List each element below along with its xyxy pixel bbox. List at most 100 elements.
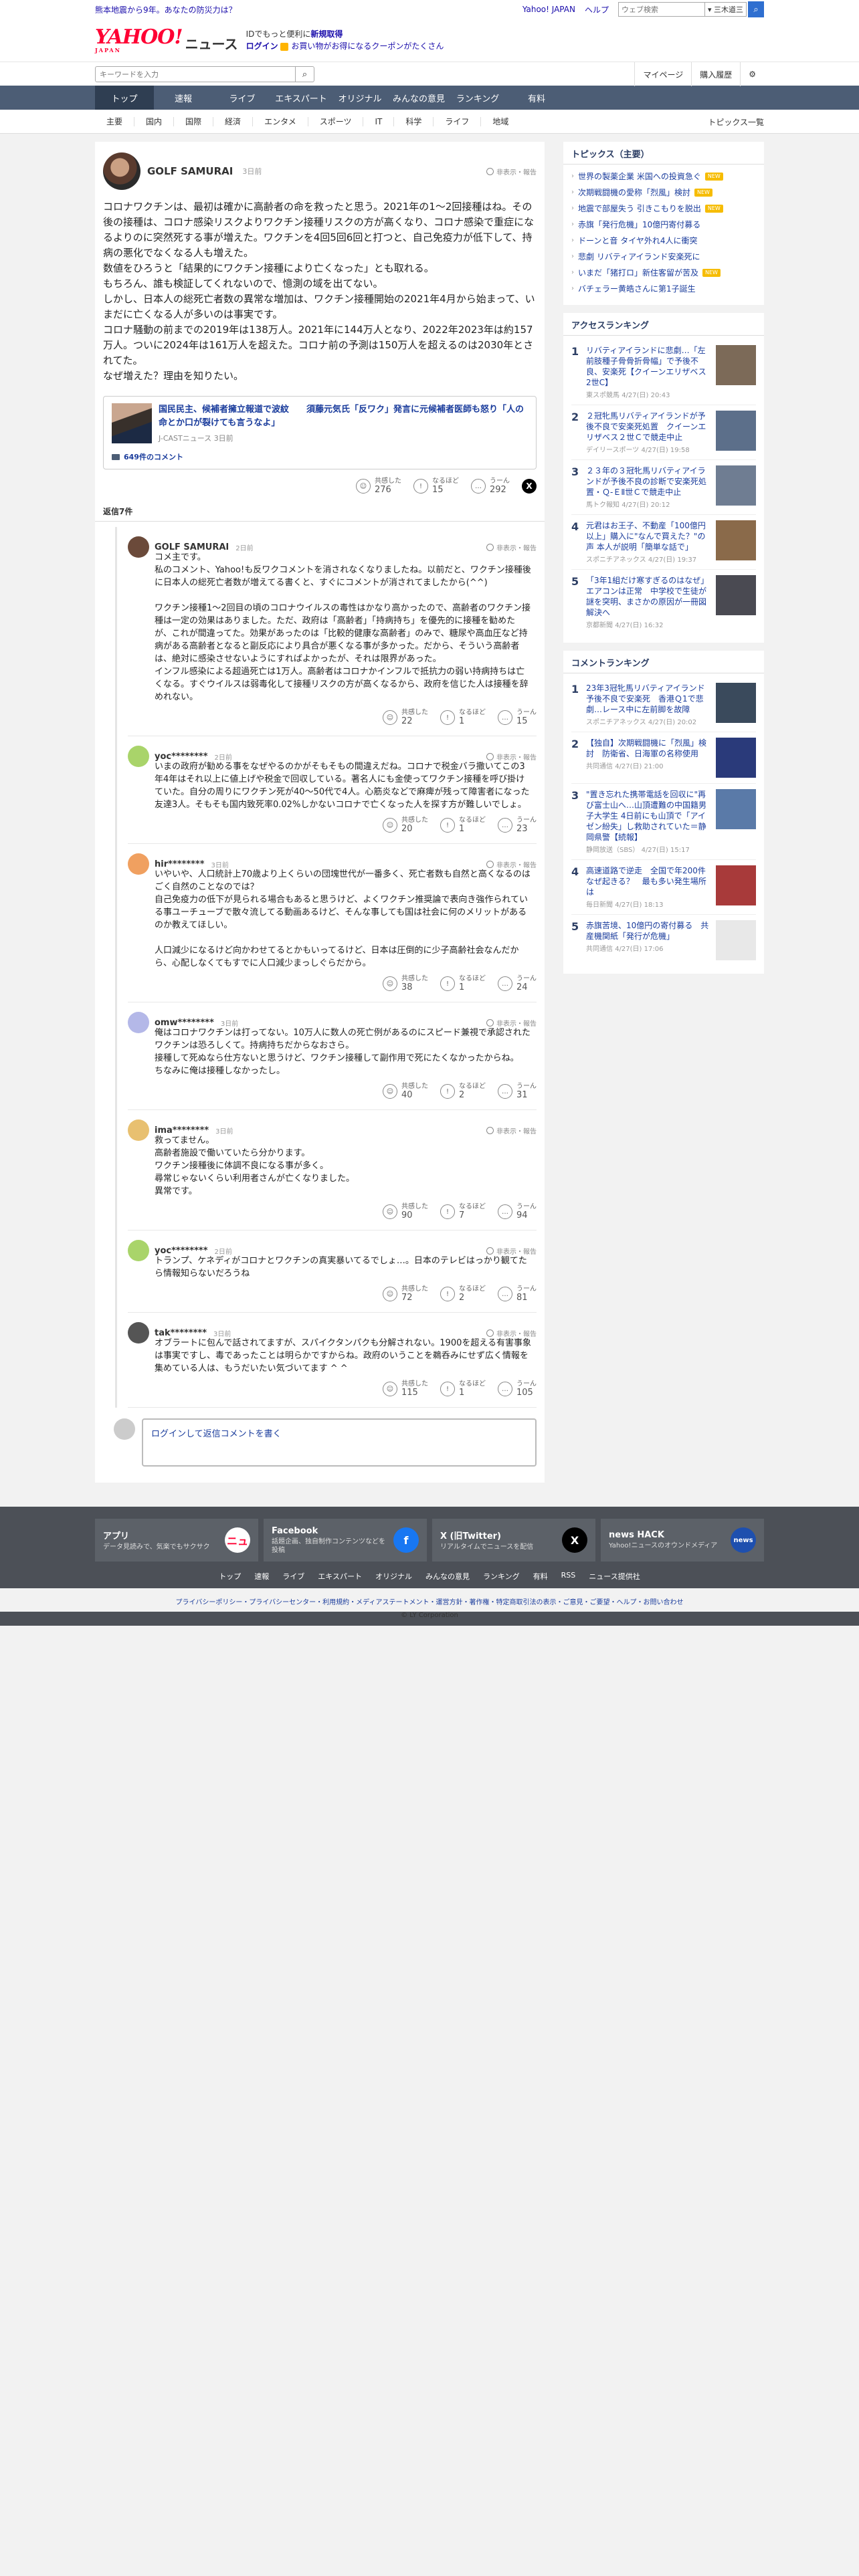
nav-item[interactable]: ランキング — [448, 86, 507, 110]
reply-count[interactable]: 返信7件 — [95, 506, 545, 522]
coupon-text[interactable]: お買い物がお得になるクーポンがたくさん — [291, 41, 444, 51]
nav-item[interactable]: トップ — [95, 86, 154, 110]
footer-link[interactable]: 有料 — [533, 1571, 548, 1582]
naruhodo-button[interactable]: ! なるほど 15 — [413, 477, 459, 495]
hide-report-button[interactable]: 非表示・報告 — [486, 542, 537, 552]
ranking-item[interactable]: 2 ２冠牝馬リバティアイランドが予後不良で安楽死処置 クイーンエリザベス２世Ｃで競… — [571, 405, 756, 460]
footer-link[interactable]: ライブ — [282, 1571, 304, 1582]
naruhodo-button[interactable]: ! なるほど 2 — [440, 1285, 486, 1303]
article-comment-count[interactable]: 649件のコメント — [112, 451, 528, 462]
keyword-search-input[interactable] — [95, 66, 296, 82]
empathy-button[interactable]: ☺ 共感した 40 — [383, 1083, 428, 1100]
topic-link[interactable]: › いまだ「猪打ロ」新住客留が苦及 NEW — [571, 265, 756, 281]
avatar[interactable] — [128, 536, 149, 558]
topic-link[interactable]: › 次期戦闘機の愛称「烈風」検討 NEW — [571, 185, 756, 201]
footer-card[interactable]: Facebook 話題企画、独自制作コンテンツなどを投稿 f — [264, 1519, 427, 1562]
avatar[interactable] — [103, 152, 140, 190]
mypage-button[interactable]: マイページ — [634, 62, 691, 86]
search-icon[interactable]: ⌕ — [748, 1, 764, 17]
empathy-button[interactable]: ☺ 共感した 276 — [356, 477, 401, 495]
uun-button[interactable]: … うーん 24 — [498, 975, 537, 992]
category-item[interactable]: スポーツ — [307, 117, 363, 126]
empathy-button[interactable]: ☺ 共感した 72 — [383, 1285, 428, 1303]
comment-author[interactable]: GOLF SAMURAI — [147, 165, 233, 177]
topic-link[interactable]: › 地震で部屋失う 引きこもりを脱出 NEW — [571, 201, 756, 217]
article-card[interactable]: 国民民主、候補者擁立報道で波紋 須藤元気氏「反ワク」発言に元候補者医師も怒り「人… — [103, 396, 537, 469]
uun-button[interactable]: … うーん 81 — [498, 1285, 537, 1303]
empathy-button[interactable]: ☺ 共感した 38 — [383, 975, 428, 992]
category-item[interactable]: 地域 — [480, 117, 520, 126]
avatar[interactable] — [128, 1119, 149, 1141]
ranking-item[interactable]: 5 赤旗苦境、10億円の寄付募る 共産機関紙「発行が危機」 共同通信 4/27(日)… — [571, 915, 756, 966]
footer-link[interactable]: 速報 — [254, 1571, 269, 1582]
login-link[interactable]: ログイン — [246, 41, 278, 51]
nav-item[interactable]: みんなの意見 — [389, 86, 448, 110]
topic-link[interactable]: › 世界の製薬企業 米国への投資急ぐ NEW — [571, 169, 756, 185]
disaster-notice-link[interactable]: 熊本地震から9年。あなたの防災力は？ — [95, 4, 237, 15]
avatar[interactable] — [128, 1240, 149, 1261]
search-suggest-chip[interactable]: ▾ 三木道三 — [704, 2, 747, 17]
ranking-item[interactable]: 3 ２３年の３冠牝馬リバティアイランドが予後不良の診断で安楽死処置・Ｑ-ＥⅡ世Ｃで… — [571, 460, 756, 515]
uun-button[interactable]: … うーん 31 — [498, 1083, 537, 1100]
footer-link[interactable]: ランキング — [483, 1571, 520, 1582]
footer-link[interactable]: ニュース提供社 — [589, 1571, 640, 1582]
x-share-icon[interactable]: X — [522, 479, 537, 494]
footer-link[interactable]: RSS — [561, 1571, 576, 1582]
uun-button[interactable]: … うーん 23 — [498, 817, 537, 834]
uun-button[interactable]: … うーん 292 — [471, 477, 510, 495]
rank-thumbnail[interactable] — [716, 575, 756, 615]
empathy-button[interactable]: ☺ 共感した 115 — [383, 1380, 428, 1398]
naruhodo-button[interactable]: ! なるほど 1 — [440, 709, 486, 726]
avatar[interactable] — [128, 1012, 149, 1033]
empathy-button[interactable]: ☺ 共感した 20 — [383, 817, 428, 834]
uun-button[interactable]: … うーん 94 — [498, 1203, 537, 1220]
yahoo-japan-link[interactable]: Yahoo! JAPAN — [522, 5, 575, 14]
ranking-item[interactable]: 4 高速道路で逆走 全国で年200件なぜ起きる？ 最も多い発生場所は 毎日新聞 4/… — [571, 860, 756, 915]
naruhodo-button[interactable]: ! なるほど 7 — [440, 1203, 486, 1220]
footer-link[interactable]: みんなの意見 — [425, 1571, 470, 1582]
ranking-item[interactable]: 4 元君はお王子、不動産「100億円以上」購入に"なんで買えた？"の声 本人が説明… — [571, 515, 756, 570]
gear-icon[interactable]: ⚙ — [740, 62, 764, 86]
login-reply-box[interactable]: ログインして返信コメントを書く — [142, 1418, 537, 1467]
topic-link[interactable]: › バチェラー黄皓さんに第1子誕生 — [571, 281, 756, 297]
nav-item[interactable]: オリジナル — [330, 86, 389, 110]
hide-report-button[interactable]: 非表示・報告 — [486, 167, 537, 177]
footer-card[interactable]: news HACK Yahoo!ニュースのオウンドメディア news — [601, 1519, 764, 1562]
category-item[interactable]: エンタメ — [252, 117, 308, 126]
nav-item[interactable]: 有料 — [507, 86, 566, 110]
ranking-item[interactable]: 5 「3年1組だけ寒すぎるのはなぜ」エアコンは正常 中学校で生徒が謎を突明、まさか… — [571, 570, 756, 635]
ranking-item[interactable]: 1 リバティアイランドに悲劇…「左前肢種子骨骨折骨幅」で予後不良、安楽死【クイーン… — [571, 340, 756, 405]
footer-link[interactable]: オリジナル — [375, 1571, 412, 1582]
rank-thumbnail[interactable] — [716, 520, 756, 560]
ranking-item[interactable]: 1 23年3冠牝馬リバティアイランド予後不良で安楽死 香港Ｑ1で悲劇…レース中に左… — [571, 677, 756, 732]
rank-thumbnail[interactable] — [716, 920, 756, 960]
rank-thumbnail[interactable] — [716, 465, 756, 506]
avatar[interactable] — [128, 853, 149, 875]
rank-thumbnail[interactable] — [716, 738, 756, 778]
footer-card[interactable]: アプリ データ見読みで、気楽でもサクサク ニュ — [95, 1519, 258, 1562]
ranking-item[interactable]: 2 【独自】次期戦闘機に「烈風」検討 防衛省、日海軍の名称使用 共同通信 4/27(… — [571, 732, 756, 784]
nav-item[interactable]: 速報 — [154, 86, 213, 110]
avatar[interactable] — [128, 746, 149, 767]
footer-link[interactable]: エキスパート — [318, 1571, 362, 1582]
web-search-input[interactable] — [617, 2, 705, 17]
topic-link[interactable]: › 赤旗「発行危機」10億円寄付募る — [571, 217, 756, 233]
avatar[interactable] — [128, 1322, 149, 1344]
nav-item[interactable]: エキスパート — [272, 86, 330, 110]
help-link[interactable]: ヘルプ — [585, 4, 609, 15]
topics-list-link[interactable]: トピックス一覧 — [708, 116, 764, 128]
footer-card[interactable]: X (旧Twitter) リアルタイムでニュースを配信 X — [432, 1519, 595, 1562]
article-title[interactable]: 国民民主、候補者擁立報道で波紋 須藤元気氏「反ワク」発言に元候補者医師も怒り「人… — [159, 403, 528, 430]
search-icon[interactable]: ⌕ — [296, 66, 314, 82]
uun-button[interactable]: … うーん 105 — [498, 1380, 537, 1398]
footer-link[interactable]: トップ — [219, 1571, 241, 1582]
empathy-button[interactable]: ☺ 共感した 90 — [383, 1203, 428, 1220]
legal-links[interactable]: プライバシーポリシー・プライバシーセンター・利用規約・メディアステートメント・運… — [0, 1588, 859, 1612]
rank-thumbnail[interactable] — [716, 865, 756, 905]
category-item[interactable]: ライフ — [433, 117, 480, 126]
naruhodo-button[interactable]: ! なるほど 2 — [440, 1083, 486, 1100]
category-item[interactable]: 国内 — [134, 117, 173, 126]
rank-thumbnail[interactable] — [716, 411, 756, 451]
purchase-history-button[interactable]: 購入履歴 — [691, 62, 740, 86]
rank-thumbnail[interactable] — [716, 345, 756, 385]
